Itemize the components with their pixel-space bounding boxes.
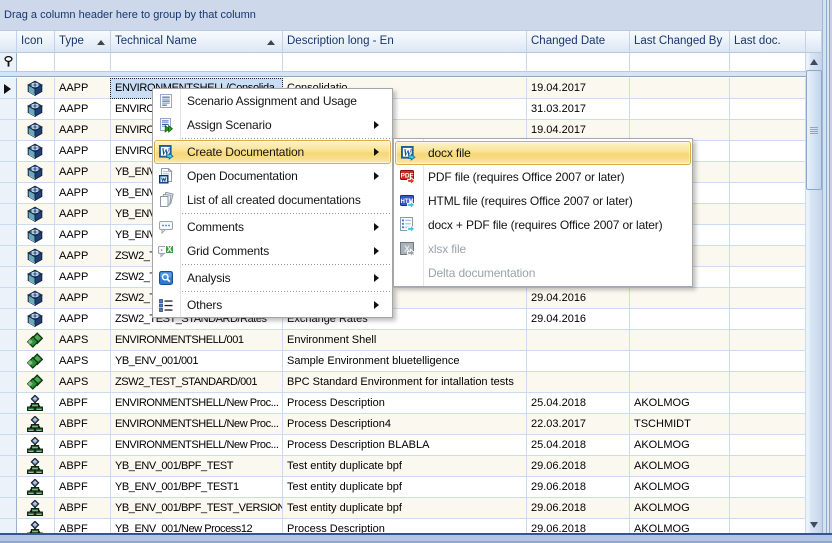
svg-text:X: X xyxy=(167,245,173,254)
